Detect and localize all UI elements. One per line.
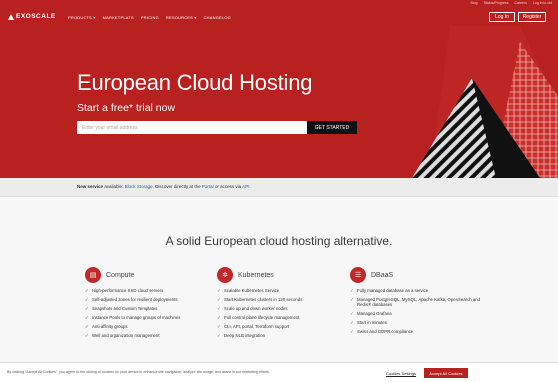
- database-icon: ☰: [350, 267, 366, 283]
- hero-title: European Cloud Hosting: [77, 70, 313, 95]
- list-item-label: Anti-affinity groups: [92, 324, 128, 329]
- check-icon: ✓: [85, 288, 89, 293]
- logo[interactable]: EXOSCALE: [8, 13, 56, 20]
- feature-column-header: ✲ Kubernetes: [217, 267, 337, 283]
- list-item-label: Start in minutes: [357, 320, 387, 325]
- top-link-blog[interactable]: Blog: [471, 1, 478, 5]
- top-utility-bar: Blog Status/Progress Careers Log in to o…: [0, 0, 558, 8]
- feature-column-header: ▤ Compute: [85, 267, 205, 283]
- list-item-label: Fully managed database as a service: [357, 288, 429, 293]
- top-utility-links: Blog Status/Progress Careers Log in to o…: [471, 1, 552, 5]
- feature-column-title[interactable]: Kubernetes: [238, 272, 274, 279]
- list-item-label: Start Kubernetes clusters in 120 seconds: [224, 297, 303, 302]
- news-text-mid2: or access via: [214, 184, 242, 189]
- section-title: A solid European cloud hosting alternati…: [165, 234, 393, 248]
- check-icon: ✓: [85, 324, 89, 329]
- logo-text: EXOSCALE: [16, 13, 56, 20]
- news-bar: New service available: Block Storage. Di…: [0, 178, 558, 197]
- cookie-banner: By clicking “Accept All Cookies”, you ag…: [0, 362, 558, 382]
- server-icon: ▤: [85, 267, 101, 283]
- list-item-label: Well and organization management: [92, 333, 160, 338]
- list-item: ✓ Well and organization management: [85, 333, 205, 343]
- check-icon: ✓: [350, 320, 354, 325]
- check-icon: ✓: [350, 329, 354, 334]
- check-icon: ✓: [217, 297, 221, 302]
- accept-cookies-button[interactable]: Accept All Cookies: [424, 368, 468, 378]
- check-icon: ✓: [217, 324, 221, 329]
- news-label: New service: [77, 184, 104, 189]
- hero-section: Blog Status/Progress Careers Log in to o…: [0, 0, 558, 178]
- features-section: A solid European cloud hosting alternati…: [0, 197, 558, 382]
- check-icon: ✓: [217, 333, 221, 338]
- top-link-old-login[interactable]: Log in to old: [533, 1, 552, 5]
- list-item: ✓ Managed PostgreSQL, MySQL, Apache Kafka…: [350, 297, 485, 312]
- top-link-careers[interactable]: Careers: [514, 1, 526, 5]
- email-input[interactable]: [77, 121, 307, 134]
- kubernetes-icon: ✲: [217, 267, 233, 283]
- check-icon: ✓: [350, 297, 354, 302]
- list-item-label: Self-adjusted zones for resilient deploy…: [92, 297, 178, 302]
- feature-column-kubernetes: ✲ Kubernetes ✓ Scalable Kubernetes Servic…: [217, 267, 337, 343]
- check-icon: ✓: [350, 311, 354, 316]
- nav-item-label: RESOURCES: [165, 15, 194, 20]
- nav-menu: PRODUCTS ▾ MARKETPLATS PRICING RESOURCES…: [68, 15, 231, 20]
- list-item-label: Scalable Kubernetes Service: [224, 288, 280, 293]
- list-item: ✓ Swiss and GDPR compliance: [350, 329, 485, 339]
- check-icon: ✓: [350, 288, 354, 293]
- list-item-label: Swiss and GDPR compliance: [357, 329, 414, 334]
- feature-column-dbaas: ☰ DBaaS ✓ Fully managed database as a ser…: [350, 267, 485, 339]
- feature-column-header: ☰ DBaaS: [350, 267, 485, 283]
- list-item-label: Managed PostgreSQL, MySQL, Apache Kafka,…: [357, 297, 481, 307]
- feature-list: ✓ Scalable Kubernetes Service ✓ Start Kube…: [217, 288, 337, 343]
- news-link-block-storage[interactable]: Block Storage: [125, 184, 153, 189]
- list-item-label: Managed Grafana: [357, 311, 392, 316]
- cookie-text: By clicking “Accept All Cookies”, you ag…: [7, 370, 270, 374]
- news-text-before: available:: [104, 184, 124, 189]
- list-item-label: Full control plane lifecycle management: [224, 315, 300, 320]
- check-icon: ✓: [217, 315, 221, 320]
- news-text: New service available: Block Storage. Di…: [77, 184, 251, 189]
- list-item-label: High-performance SSD cloud servers: [92, 288, 164, 293]
- check-icon: ✓: [85, 315, 89, 320]
- feature-column-title[interactable]: DBaaS: [371, 272, 393, 279]
- list-item-label: CLI, API, portal, Terraform support: [224, 324, 290, 329]
- list-item-label: Instance Pools to manage groups of machi…: [92, 315, 181, 320]
- feature-column-compute: ▤ Compute ✓ High-performance SSD cloud se…: [85, 267, 205, 343]
- nav-item-changelog[interactable]: CHANGELOG: [204, 15, 231, 20]
- nav-item-resources[interactable]: RESOURCES ▾: [166, 15, 197, 20]
- logo-mark-icon: [8, 13, 14, 20]
- check-icon: ✓: [217, 306, 221, 311]
- hero-subtitle: Start a free* trial now: [77, 102, 176, 114]
- check-icon: ✓: [85, 297, 89, 302]
- check-icon: ✓: [217, 288, 221, 293]
- login-button[interactable]: Log In: [489, 12, 515, 22]
- feature-list: ✓ High-performance SSD cloud servers ✓ Sel…: [85, 288, 205, 343]
- get-started-button[interactable]: GET STARTED: [307, 121, 357, 134]
- check-icon: ✓: [85, 306, 89, 311]
- nav-item-label: PRODUCTS: [68, 15, 93, 20]
- main-nav: EXOSCALE PRODUCTS ▾ MARKETPLATS PRICING …: [0, 10, 558, 26]
- feature-list: ✓ Fully managed database as a service ✓ Ma…: [350, 288, 485, 339]
- news-link-portal[interactable]: Portal: [202, 184, 214, 189]
- list-item-label: Deep NLB integration: [224, 333, 266, 338]
- nav-item-products[interactable]: PRODUCTS ▾: [68, 15, 96, 20]
- list-item-label: Scale up and down worker nodes: [224, 306, 288, 311]
- register-button[interactable]: Register: [518, 12, 546, 22]
- list-item-label: Snapshots and Custom Templates: [92, 306, 158, 311]
- hero-mountain-illustration: [412, 26, 558, 178]
- nav-item-marketplace[interactable]: MARKETPLATS: [103, 15, 134, 20]
- cookie-settings-button[interactable]: Cookies Settings: [384, 368, 418, 378]
- check-icon: ✓: [85, 333, 89, 338]
- top-link-status[interactable]: Status/Progress: [484, 1, 509, 5]
- news-text-mid: . Discover directly at the: [152, 184, 201, 189]
- list-item: ✓ Deep NLB integration: [217, 333, 337, 343]
- feature-column-title[interactable]: Compute: [106, 272, 134, 279]
- nav-item-pricing[interactable]: PRICING: [141, 15, 159, 20]
- news-text-end: .: [249, 184, 251, 189]
